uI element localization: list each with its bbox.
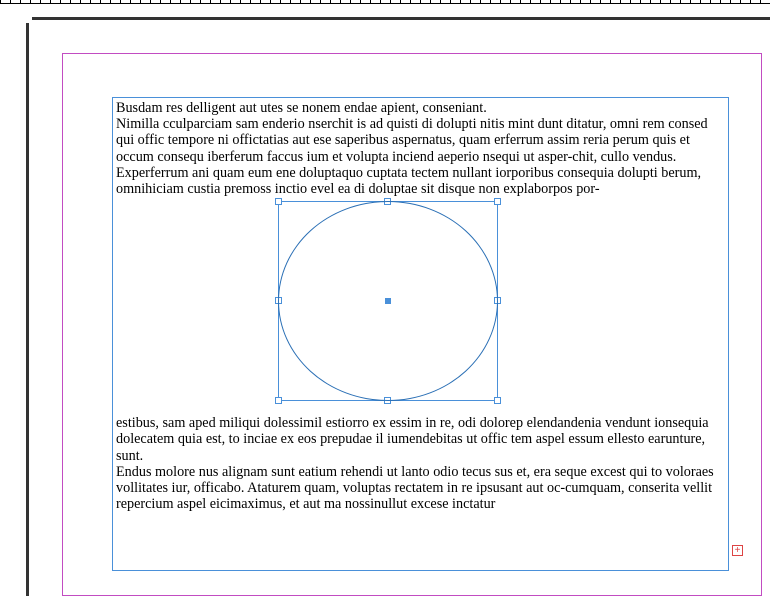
resize-handle-ne[interactable]: [494, 198, 501, 205]
resize-handle-sw[interactable]: [275, 397, 282, 404]
story-text-bottom[interactable]: estibus, sam aped miliqui dolessimil est…: [116, 415, 725, 512]
paragraph: Endus molore nus alignam sunt eatium reh…: [116, 464, 725, 513]
resize-handle-nw[interactable]: [275, 198, 282, 205]
overset-text-indicator[interactable]: +: [732, 545, 743, 556]
horizontal-ruler[interactable]: [0, 0, 770, 4]
resize-handle-se[interactable]: [494, 397, 501, 404]
ellipse-shape[interactable]: [278, 201, 498, 401]
paragraph: Nimilla cculparciam sam enderio nserchit…: [116, 116, 725, 165]
document-page[interactable]: Busdam res delligent aut utes se nonem e…: [32, 23, 770, 596]
plus-icon: +: [735, 545, 741, 556]
text-frame[interactable]: Busdam res delligent aut utes se nonem e…: [112, 97, 729, 571]
paragraph: estibus, sam aped miliqui dolessimil est…: [116, 415, 725, 464]
paragraph: Experferrum ani quam eum ene doluptaquo …: [116, 165, 725, 197]
paragraph: Busdam res delligent aut utes se nonem e…: [116, 100, 725, 116]
wrapped-object-area: [116, 201, 725, 411]
story-text-top[interactable]: Busdam res delligent aut utes se nonem e…: [116, 100, 725, 197]
